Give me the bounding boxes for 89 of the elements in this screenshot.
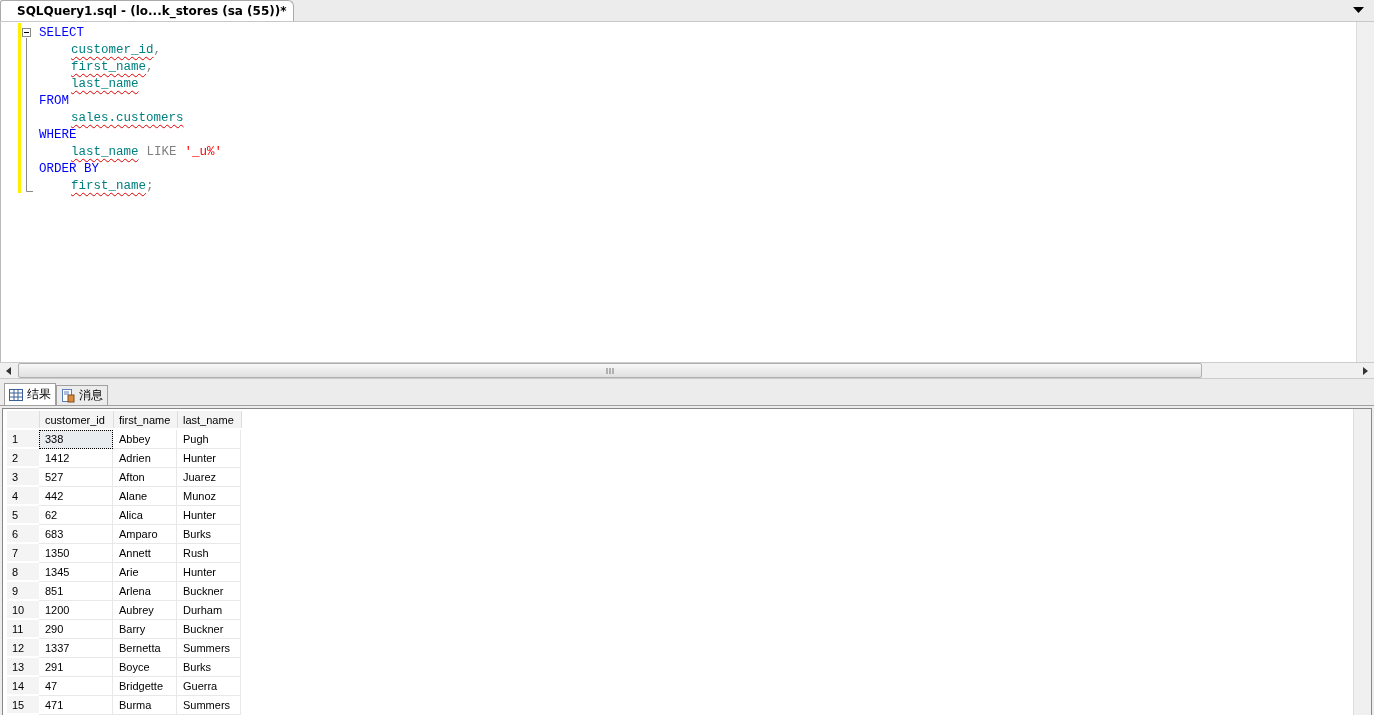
document-icon: [61, 388, 75, 403]
table-cell: 1350: [39, 544, 113, 563]
table-cell: Arlena: [113, 582, 177, 601]
code-token: ORDER BY: [39, 161, 99, 178]
table-cell: Arie: [113, 563, 177, 582]
table-cell: 1200: [39, 601, 113, 620]
table-cell: Boyce: [113, 658, 177, 677]
code-token: sales.customers: [71, 110, 184, 127]
table-cell: 683: [39, 525, 113, 544]
table-cell: Hunter: [177, 563, 241, 582]
table-cell: Burks: [177, 658, 241, 677]
table-cell: Guerra: [177, 677, 241, 696]
table-cell: 851: [39, 582, 113, 601]
table-cell: Barry: [113, 620, 177, 639]
table-cell: Hunter: [177, 506, 241, 525]
scroll-thumb[interactable]: [18, 363, 1202, 378]
table-cell: 291: [39, 658, 113, 677]
table-cell: Abbey: [113, 430, 177, 449]
code-token: FROM: [39, 93, 69, 110]
table-cell: Bridgette: [113, 677, 177, 696]
table-cell: Juarez: [177, 468, 241, 487]
code-token: ;: [146, 178, 154, 195]
code-token: ,: [146, 59, 154, 76]
table-cell: Buckner: [177, 620, 241, 639]
row-number: 6: [7, 525, 39, 543]
table-cell: Afton: [113, 468, 177, 487]
column-header[interactable]: last_name: [178, 411, 242, 428]
table-cell: 47: [39, 677, 113, 696]
table-cell: 471: [39, 696, 113, 715]
row-number: 11: [7, 620, 39, 638]
code-token: first_name: [71, 59, 146, 76]
table-cell: Aubrey: [113, 601, 177, 620]
row-number: 13: [7, 658, 39, 676]
column-header[interactable]: customer_id: [40, 411, 114, 428]
results-tab[interactable]: 消息: [56, 385, 108, 405]
table-cell: Adrien: [113, 449, 177, 468]
row-number: 10: [7, 601, 39, 619]
vertical-scrollbar[interactable]: [1353, 409, 1371, 715]
table-cell: 290: [39, 620, 113, 639]
dropdown-icon[interactable]: [1353, 7, 1364, 13]
table-cell: Amparo: [113, 525, 177, 544]
document-tab[interactable]: SQLQuery1.sql - (lo...k_stores (sa (55))*: [0, 0, 294, 21]
code-token: WHERE: [39, 127, 77, 144]
table-cell: Alica: [113, 506, 177, 525]
row-number: 12: [7, 639, 39, 657]
collapse-icon[interactable]: [22, 28, 32, 38]
row-number: 3: [7, 468, 39, 486]
table-cell: 62: [39, 506, 113, 525]
table-cell: Munoz: [177, 487, 241, 506]
row-number: 1: [7, 430, 39, 448]
row-number: 5: [7, 506, 39, 524]
table-cell: Burma: [113, 696, 177, 715]
table-cell: 527: [39, 468, 113, 487]
table-cell: 338: [39, 430, 113, 449]
code-token: customer_id: [71, 42, 154, 59]
table-cell: 1337: [39, 639, 113, 658]
table-cell: 1412: [39, 449, 113, 468]
table-cell: Alane: [113, 487, 177, 506]
table-cell: Durham: [177, 601, 241, 620]
grid-icon: [9, 388, 23, 401]
results-tab[interactable]: 结果: [4, 383, 56, 405]
row-number: 14: [7, 677, 39, 695]
code-token: '_u%': [184, 144, 223, 161]
code-token: SELECT: [39, 25, 84, 42]
row-number: 8: [7, 563, 39, 581]
code-token: first_name: [71, 178, 146, 195]
table-cell: Rush: [177, 544, 241, 563]
row-number: 4: [7, 487, 39, 505]
row-number: 15: [7, 696, 39, 714]
row-number: 7: [7, 544, 39, 562]
vertical-scrollbar[interactable]: [1356, 22, 1374, 362]
row-number: 9: [7, 582, 39, 600]
table-cell: Bernetta: [113, 639, 177, 658]
table-cell: Pugh: [177, 430, 241, 449]
code-token: LIKE: [146, 144, 177, 161]
code-token: ,: [153, 42, 162, 59]
table-cell: Summers: [177, 696, 241, 715]
row-number: 2: [7, 449, 39, 467]
code-token: last_name: [71, 144, 139, 161]
table-cell: Hunter: [177, 449, 241, 468]
column-header[interactable]: first_name: [114, 411, 178, 428]
table-cell: 1345: [39, 563, 113, 582]
grid-corner: [7, 411, 40, 428]
table-cell: Burks: [177, 525, 241, 544]
table-cell: Summers: [177, 639, 241, 658]
table-cell: Buckner: [177, 582, 241, 601]
table-cell: Annett: [113, 544, 177, 563]
code-token: last_name: [71, 76, 139, 93]
table-cell: 442: [39, 487, 113, 506]
